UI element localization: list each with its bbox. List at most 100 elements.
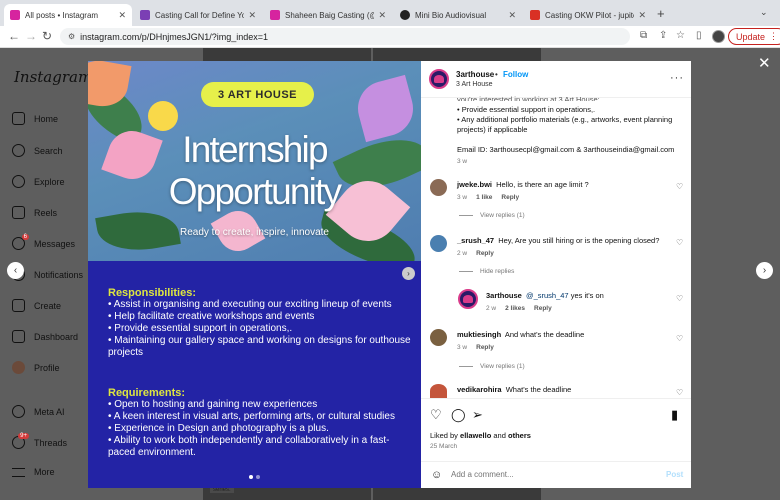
responsibility-item: • Assist in organising and executing our… <box>108 299 392 310</box>
view-replies-button[interactable]: View replies (1) <box>459 363 525 370</box>
tab-instagram-posts[interactable]: All posts • Instagram ✕ <box>4 4 132 26</box>
search-icon <box>12 144 25 157</box>
like-comment-heart-icon[interactable]: ♡ <box>676 182 683 191</box>
tab-shaheen-baig[interactable]: Shaheen Baig Casting (@shah ✕ <box>264 4 392 26</box>
comment-username[interactable]: 3arthouse <box>486 291 522 300</box>
reply-button[interactable]: Reply <box>534 305 552 312</box>
comment-username[interactable]: vedikarohira <box>457 385 502 394</box>
more-options-button[interactable]: ··· <box>670 72 684 84</box>
sidebar-item-label: Meta AI <box>34 406 65 417</box>
reply-button[interactable]: Reply <box>501 194 519 201</box>
sidebar-item-create[interactable]: Create <box>12 299 61 312</box>
threads-badge: 9+ <box>18 433 29 439</box>
liked-by-user[interactable]: ellawello <box>460 431 491 440</box>
close-modal-button[interactable]: ✕ <box>758 54 771 72</box>
like-comment-heart-icon[interactable]: ♡ <box>676 388 683 397</box>
replies-line <box>459 215 473 216</box>
requirements-heading: Requirements: <box>108 387 186 399</box>
sidebar-item-threads[interactable]: 9+ Threads <box>12 433 67 449</box>
sidebar-item-label: Messages <box>34 238 76 249</box>
author-username[interactable]: 3arthouse <box>456 70 494 79</box>
reply-author-avatar[interactable] <box>458 289 478 309</box>
next-slide-button[interactable]: › <box>402 267 415 280</box>
responsibilities-heading: Responsibilities: <box>108 287 197 299</box>
comment-username[interactable]: jweke.bwi <box>457 180 492 189</box>
chevron-right-icon: › <box>762 265 767 276</box>
tab-mini-bio[interactable]: Mini Bio Audiovisual ✕ <box>394 4 522 26</box>
close-tab-icon[interactable]: ✕ <box>248 10 256 21</box>
sidebar-item-home[interactable]: Home <box>12 112 58 125</box>
instagram-logo[interactable]: Instagram <box>14 68 92 86</box>
back-arrow-icon[interactable]: ← <box>8 29 20 43</box>
sidebar-item-messages[interactable]: 6 Messages <box>12 234 76 250</box>
emoji-icon[interactable]: ☺ <box>431 469 442 481</box>
comment-body: Hey, Are you still hiring or is the open… <box>498 236 660 245</box>
previous-post-button[interactable]: ‹ <box>7 262 24 279</box>
caption-line: you're interested in working at 3 Art Ho… <box>457 95 600 101</box>
tab-casting-call[interactable]: Casting Call for Define You 2024 ✕ <box>134 4 262 26</box>
tab-casting-okw[interactable]: Casting OKW Pilot - jupitergre ✕ <box>524 4 652 26</box>
commenter-avatar[interactable] <box>430 384 447 398</box>
update-button[interactable]: Update ⋮ <box>728 28 780 45</box>
tab-title: Casting Call for Define You 2024 <box>155 10 245 20</box>
follow-button[interactable]: Follow <box>503 70 528 79</box>
caption-line: • Provide essential support in operation… <box>457 105 596 114</box>
post-image[interactable]: 3 ART HOUSE Internship Opportunity Ready… <box>88 61 421 488</box>
close-tab-icon[interactable]: ✕ <box>378 10 386 21</box>
replies-line <box>459 366 473 367</box>
sidebar-item-more[interactable]: More <box>12 467 55 477</box>
reload-icon[interactable]: ↻ <box>42 29 52 43</box>
reply-mention[interactable]: @_srush_47 <box>526 291 569 300</box>
like-heart-icon[interactable]: ♡ <box>430 407 442 423</box>
next-post-button[interactable]: › <box>756 262 773 279</box>
install-app-icon[interactable]: ⧉ <box>640 30 647 41</box>
post-actions: ♡ ◯ ➢ ▮ Liked by ellawello and others 25… <box>421 398 691 488</box>
comment-likes[interactable]: 2 likes <box>505 305 525 312</box>
address-bar[interactable]: ⚙ instagram.com/p/DHnjmesJGN1/?img_index… <box>60 28 630 45</box>
reply-button[interactable]: Reply <box>476 250 494 257</box>
sidebar-item-profile[interactable]: Profile <box>12 361 60 374</box>
like-comment-heart-icon[interactable]: ♡ <box>676 334 683 343</box>
bookmark-star-icon[interactable]: ☆ <box>676 30 685 41</box>
save-bookmark-icon[interactable]: ▮ <box>671 407 678 423</box>
comment-bubble-icon[interactable]: ◯ <box>451 407 466 423</box>
comment-body: yes it's on <box>570 291 604 300</box>
add-comment-input[interactable] <box>451 470 651 479</box>
side-panel-icon[interactable]: ▯ <box>696 30 702 41</box>
liked-by-others[interactable]: others <box>508 431 531 440</box>
sidebar-item-dashboard[interactable]: Dashboard <box>12 330 78 343</box>
messages-icon: 6 <box>12 234 29 250</box>
tab-title: Shaheen Baig Casting (@shah <box>285 10 374 20</box>
sidebar-item-meta-ai[interactable]: Meta AI <box>12 405 65 418</box>
close-tab-icon[interactable]: ✕ <box>638 10 646 21</box>
commenter-avatar[interactable] <box>430 329 447 346</box>
comment-text: muktiesingh And what's the deadline <box>457 330 584 340</box>
profile-avatar-icon[interactable] <box>712 30 725 43</box>
post-comment-button[interactable]: Post <box>666 470 683 479</box>
sidebar-item-explore[interactable]: Explore <box>12 175 65 188</box>
sidebar-item-reels[interactable]: Reels <box>12 206 57 219</box>
share-icon[interactable]: ⇪ <box>659 30 667 41</box>
view-replies-button[interactable]: View replies (1) <box>459 212 525 219</box>
forward-arrow-icon[interactable]: → <box>25 29 37 43</box>
comment-username[interactable]: _srush_47 <box>457 236 494 245</box>
close-tab-icon[interactable]: ✕ <box>118 10 126 21</box>
new-tab-button[interactable]: + <box>657 6 665 21</box>
commenter-avatar[interactable] <box>430 235 447 252</box>
comment-username[interactable]: muktiesingh <box>457 330 501 339</box>
commenter-avatar[interactable] <box>430 179 447 196</box>
flower-decoration <box>148 101 178 131</box>
like-comment-heart-icon[interactable]: ♡ <box>676 238 683 247</box>
share-paper-plane-icon[interactable]: ➢ <box>472 407 483 423</box>
reply-button[interactable]: Reply <box>476 344 494 351</box>
site-info-icon[interactable]: ⚙ <box>68 32 75 41</box>
post-date[interactable]: 25 March <box>430 443 457 450</box>
headline-line-2: Opportunity <box>168 171 342 212</box>
comment-likes[interactable]: 1 like <box>476 194 492 201</box>
tab-search-chevron-icon[interactable]: ⌄ <box>760 7 768 18</box>
sidebar-item-search[interactable]: Search <box>12 144 63 157</box>
hide-replies-button[interactable]: Hide replies <box>459 268 514 275</box>
like-comment-heart-icon[interactable]: ♡ <box>676 294 683 303</box>
author-avatar[interactable] <box>429 69 449 89</box>
close-tab-icon[interactable]: ✕ <box>508 10 516 21</box>
